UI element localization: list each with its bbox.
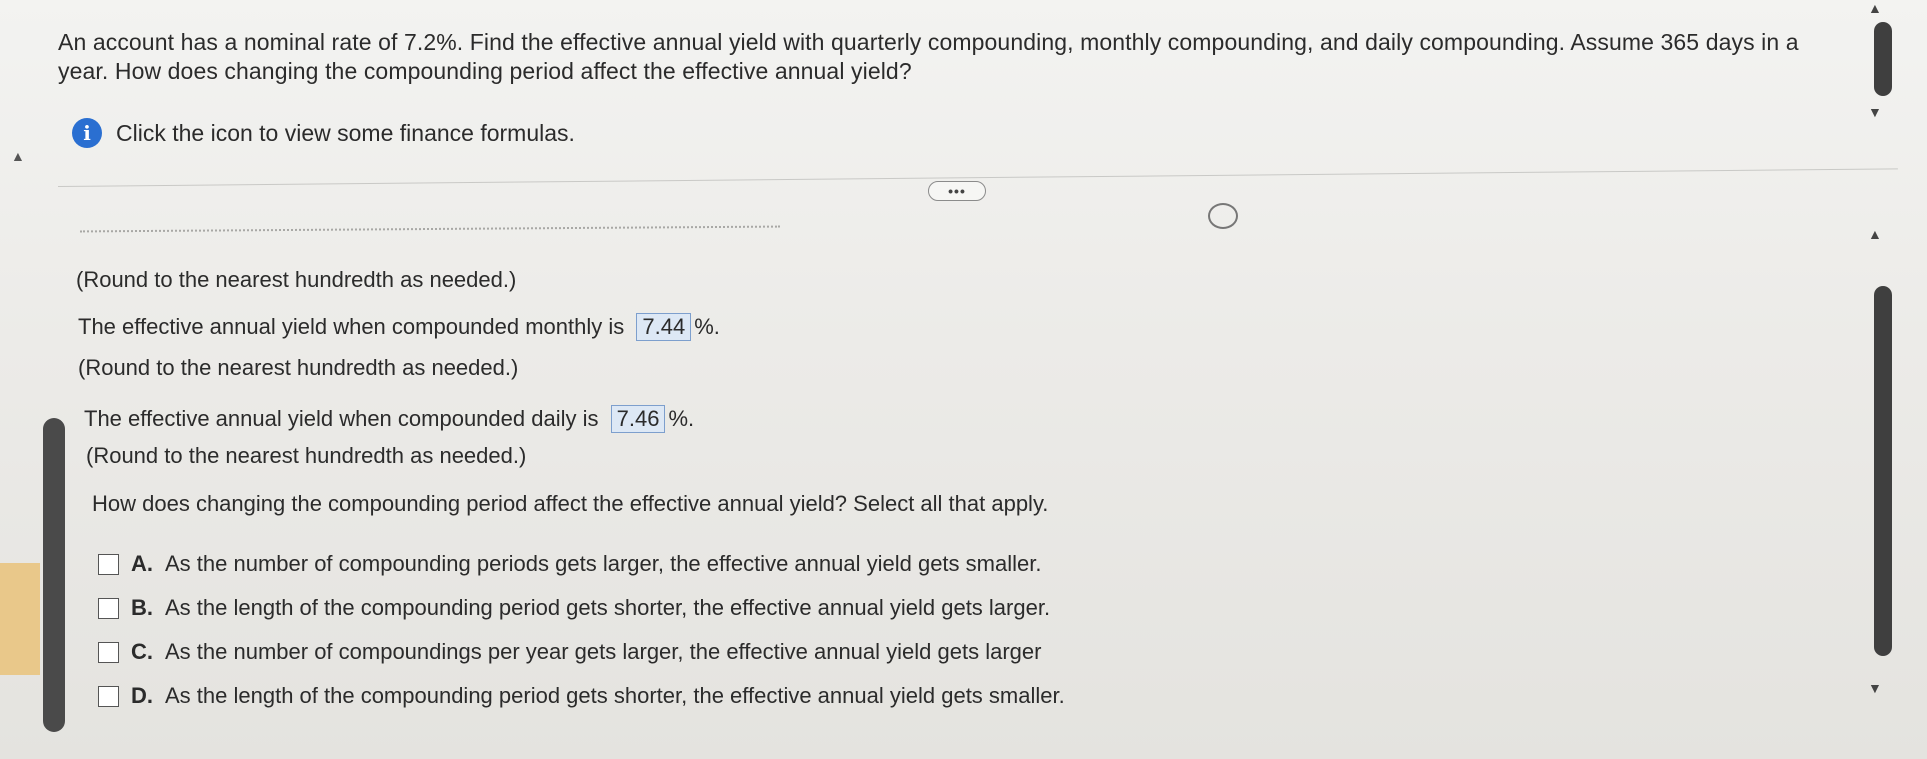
right-scroll-down-icon[interactable]: ▼ (1868, 104, 1882, 120)
right-scrollbar-top[interactable] (1874, 22, 1892, 96)
round-note-monthly: (Round to the nearest hundredth as neede… (78, 355, 519, 380)
info-icon[interactable]: i (72, 118, 102, 148)
answer-options: A. As the number of compounding periods … (98, 542, 1178, 718)
info-text: Click the icon to view some finance form… (116, 119, 575, 146)
option-d[interactable]: D. As the length of the compounding peri… (98, 674, 1178, 718)
option-a[interactable]: A. As the number of compounding periods … (98, 542, 1178, 586)
select-prompt: How does changing the compounding period… (92, 491, 1049, 516)
option-letter: B. (131, 595, 153, 620)
option-letter: C. (131, 639, 153, 664)
option-text: As the length of the compounding period … (165, 595, 1051, 620)
right-scroll-up-icon[interactable]: ▲ (1868, 0, 1882, 16)
monthly-yield-label: The effective annual yield when compound… (78, 314, 625, 339)
daily-yield-unit: %. (668, 406, 695, 431)
option-text: As the length of the compounding period … (165, 683, 1065, 708)
option-letter: A. (131, 551, 153, 576)
checkbox-icon[interactable] (98, 597, 119, 619)
checkbox-icon[interactable] (98, 553, 119, 575)
info-row: i Click the icon to view some finance fo… (72, 118, 575, 148)
cut-off-text-line (80, 225, 780, 233)
right-scrollbar-bottom[interactable] (1874, 286, 1892, 656)
daily-yield-label: The effective annual yield when compound… (84, 406, 599, 431)
daily-yield-input[interactable]: 7.46 (610, 405, 666, 433)
round-note-quarterly: (Round to the nearest hundredth as neede… (76, 267, 517, 292)
option-b[interactable]: B. As the length of the compounding peri… (98, 586, 1178, 630)
right-scroll-down-icon-2[interactable]: ▼ (1868, 680, 1882, 696)
circle-mark (1208, 203, 1238, 229)
left-selection-highlight (0, 563, 40, 675)
question-text: An account has a nominal rate of 7.2%. F… (58, 29, 1799, 84)
monthly-yield-unit: %. (694, 314, 720, 339)
scroll-up-arrow-icon[interactable]: ▲ (11, 148, 25, 164)
expand-more-button[interactable]: ••• (928, 181, 986, 201)
right-scroll-up-icon-2[interactable]: ▲ (1868, 226, 1882, 242)
daily-yield-row: The effective annual yield when compound… (84, 405, 694, 433)
option-c[interactable]: C. As the number of compoundings per yea… (98, 630, 1178, 674)
option-text: As the number of compounding periods get… (165, 551, 1042, 576)
monthly-yield-row: The effective annual yield when compound… (78, 313, 720, 341)
checkbox-icon[interactable] (98, 685, 119, 707)
round-note-daily: (Round to the nearest hundredth as neede… (86, 443, 527, 468)
option-text: As the number of compoundings per year g… (165, 639, 1042, 664)
checkbox-icon[interactable] (98, 641, 119, 663)
monthly-yield-input[interactable]: 7.44 (636, 313, 692, 341)
left-scrollbar[interactable] (43, 418, 65, 732)
option-letter: D. (131, 683, 153, 708)
